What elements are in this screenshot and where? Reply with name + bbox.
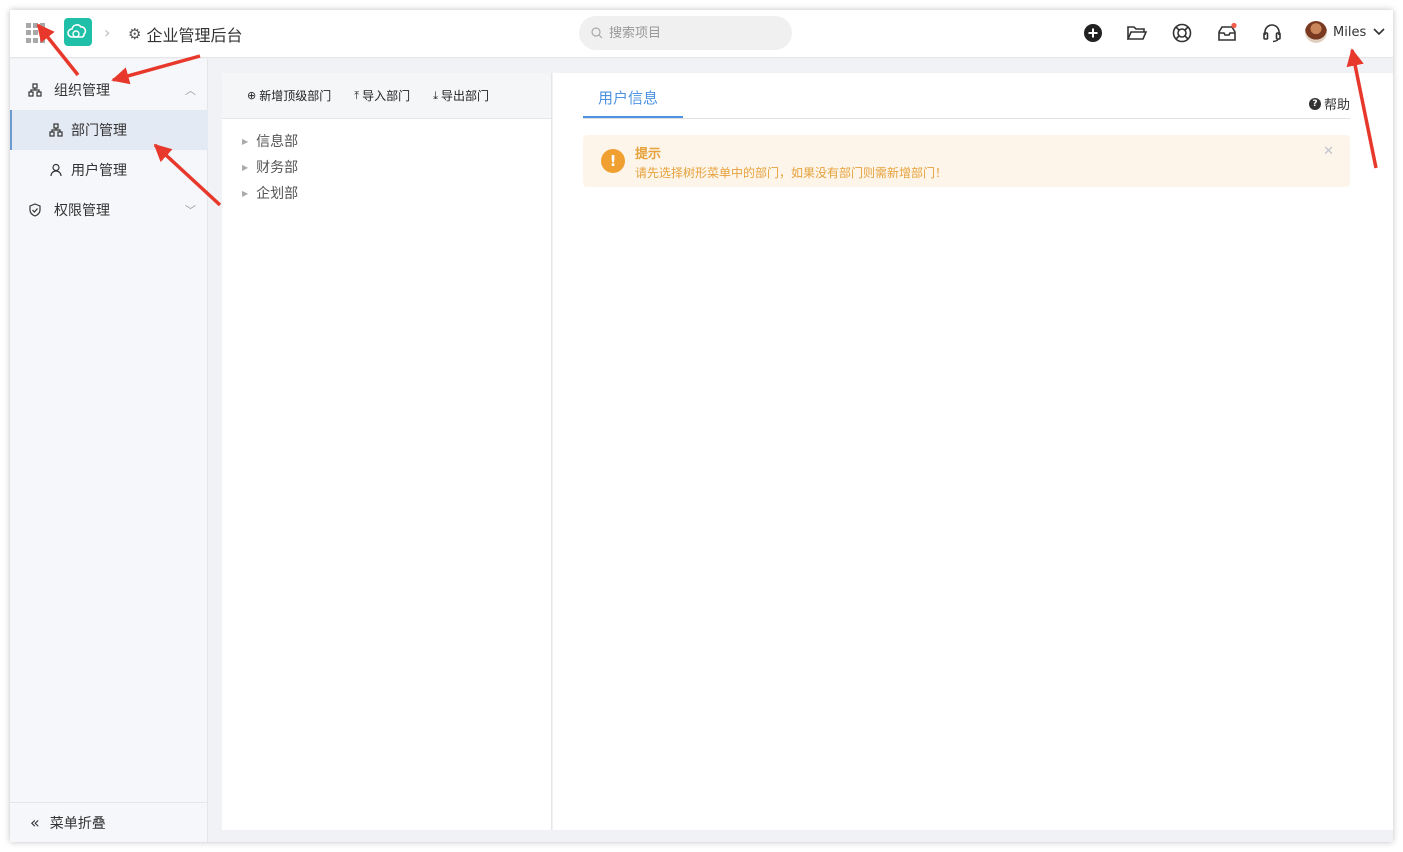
headset-icon[interactable] — [1261, 22, 1283, 44]
user-menu[interactable]: Miles — [1305, 21, 1386, 43]
sidebar-item-label: 部门管理 — [71, 123, 127, 139]
cloud-logo-icon[interactable] — [64, 18, 92, 46]
sidebar-item-label: 用户管理 — [71, 163, 127, 179]
add-top-department-label: 新增顶级部门 — [259, 89, 332, 103]
import-department-label: 导入部门 — [362, 89, 411, 103]
sidebar-item-label: 权限管理 — [54, 203, 110, 219]
sidebar-item-org[interactable]: 组织管理 ︿ — [10, 70, 208, 110]
question-icon: ? — [1308, 97, 1321, 110]
warning-icon: ! — [601, 149, 625, 173]
chevron-down-icon — [1373, 28, 1385, 36]
tab-user-info[interactable]: 用户信息 — [583, 73, 683, 118]
caret-right-icon: ▶ — [242, 188, 249, 198]
close-icon[interactable]: ✕ — [1323, 144, 1334, 159]
sidebar-item-label: 组织管理 — [54, 83, 110, 99]
tree-node-label: 信息部 — [256, 134, 299, 150]
search-icon — [591, 27, 603, 39]
sidebar-item-users[interactable]: 用户管理 — [10, 150, 208, 190]
caret-right-icon: ▶ — [242, 162, 249, 172]
chevron-right-icon: › — [104, 23, 111, 42]
tab-divider — [583, 118, 1350, 119]
lifebuoy-icon[interactable] — [1171, 22, 1193, 44]
add-circle-icon[interactable] — [1082, 22, 1104, 44]
org-icon — [49, 123, 63, 137]
department-toolbar: ⊕ 新增顶级部门 ⤒ 导入部门 ⤓ 导出部门 — [222, 73, 551, 119]
import-department-button[interactable]: ⤒ 导入部门 — [354, 87, 410, 104]
help-label: 帮助 — [1323, 98, 1350, 113]
sidebar-item-permissions[interactable]: 权限管理 ﹀ — [10, 190, 208, 230]
user-icon — [50, 163, 62, 177]
export-department-button[interactable]: ⤓ 导出部门 — [433, 87, 489, 104]
tree-node[interactable]: ▶ 信息部 — [242, 131, 298, 151]
chevron-down-icon: ﹀ — [185, 204, 196, 217]
help-link[interactable]: ? 帮助 — [1308, 94, 1350, 113]
app-title-text: 企业管理后台 — [146, 26, 243, 45]
avatar — [1305, 21, 1327, 43]
sidebar: 组织管理 ︿ 部门管理 用户管理 权限管理 ﹀ « 菜单折叠 — [10, 59, 208, 842]
sidebar-item-dept[interactable]: 部门管理 — [10, 110, 208, 150]
gear-icon: ⚙ — [128, 25, 142, 43]
folder-open-icon[interactable] — [1126, 22, 1148, 44]
app-title: ⚙ 企业管理后台 — [128, 22, 242, 46]
search-box[interactable] — [579, 16, 792, 50]
double-chevron-left-icon: « — [30, 813, 40, 832]
collapse-menu-button[interactable]: « 菜单折叠 — [10, 802, 208, 842]
org-icon — [28, 83, 42, 97]
search-input[interactable] — [609, 25, 779, 41]
apps-grid-icon[interactable] — [26, 23, 46, 43]
chevron-up-icon: ︿ — [185, 84, 196, 97]
app-window: › ⚙ 企业管理后台 搜索项目 Miles 组织管理 ︿ 部门管理 用户管理 权… — [10, 10, 1393, 842]
add-top-department-button[interactable]: ⊕ 新增顶级部门 — [247, 87, 331, 104]
alert-title: 提示 — [635, 147, 662, 162]
user-name: Miles — [1333, 24, 1367, 40]
inbox-icon[interactable] — [1216, 22, 1238, 44]
department-panel: ⊕ 新增顶级部门 ⤒ 导入部门 ⤓ 导出部门 ▶ 信息部 ▶ 财务部 ▶ 企划部 — [222, 73, 552, 830]
download-icon: ⤓ — [433, 88, 438, 102]
top-bar: › ⚙ 企业管理后台 搜索项目 Miles — [10, 10, 1393, 58]
tree-node-label: 财务部 — [256, 160, 299, 176]
caret-right-icon: ▶ — [242, 136, 249, 146]
tree-node[interactable]: ▶ 财务部 — [242, 157, 298, 177]
shield-icon — [29, 203, 41, 217]
add-circle-icon: ⊕ — [247, 89, 257, 102]
alert-text: 请先选择树形菜单中的部门，如果没有部门则需新增部门！ — [635, 166, 948, 180]
collapse-menu-label: 菜单折叠 — [49, 815, 106, 832]
tree-node-label: 企划部 — [256, 186, 299, 202]
warning-alert: ! 提示 请先选择树形菜单中的部门，如果没有部门则需新增部门！ ✕ — [583, 135, 1350, 187]
user-info-panel: 用户信息 ? 帮助 ! 提示 请先选择树形菜单中的部门，如果没有部门则需新增部门… — [553, 73, 1393, 830]
upload-icon: ⤒ — [354, 88, 360, 102]
export-department-label: 导出部门 — [441, 89, 490, 103]
tree-node[interactable]: ▶ 企划部 — [242, 183, 298, 203]
